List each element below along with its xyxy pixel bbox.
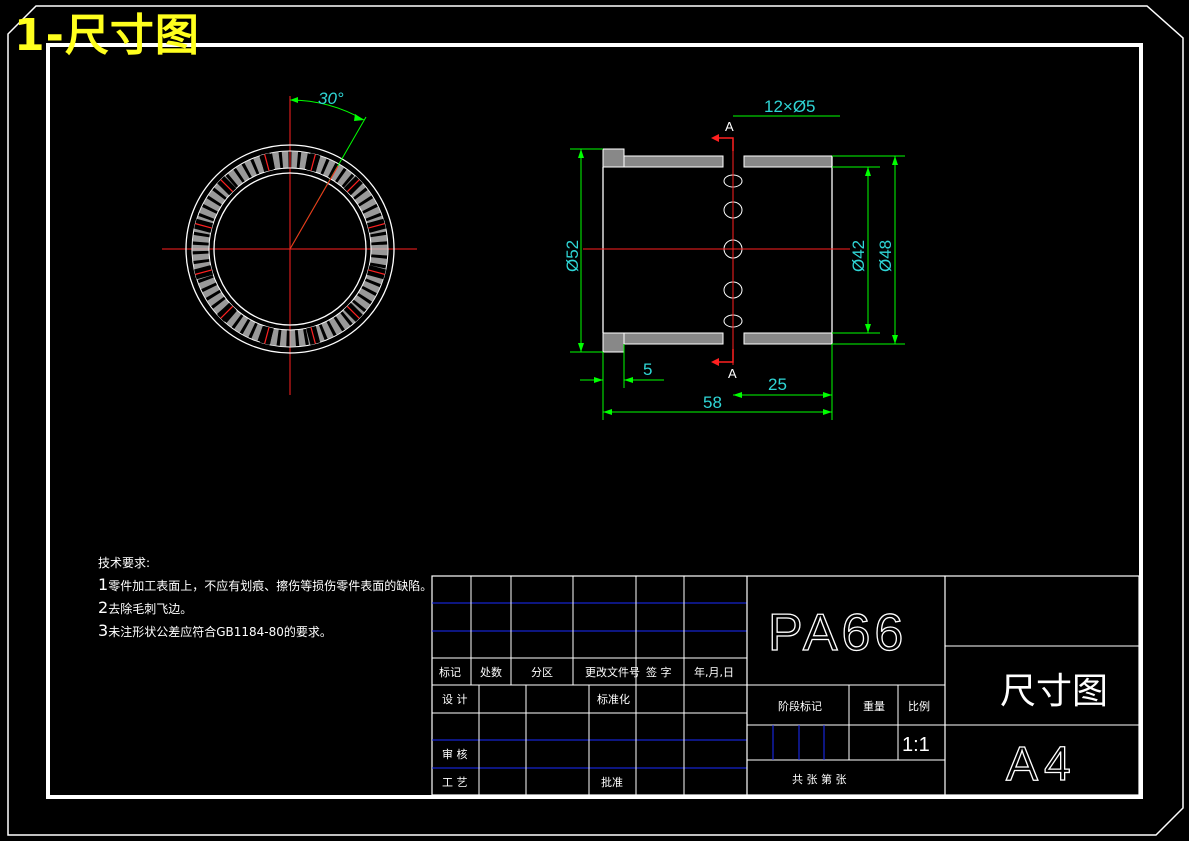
- bottom-flange-hatch: [602, 332, 625, 353]
- angle-label: 30°: [318, 89, 344, 108]
- dim-length: 58: [703, 393, 722, 412]
- note-item-1: 1零件加工表面上，不应有划痕、擦伤等损伤零件表面的缺陷。: [98, 575, 433, 594]
- dim-flange-diameter: Ø48: [876, 240, 895, 272]
- label-approve: 批准: [601, 775, 623, 789]
- angle-ref-line-red: [289, 165, 339, 250]
- dim-flange-width: 5: [643, 360, 652, 379]
- dim-inner-diameter: Ø42: [849, 240, 868, 272]
- label-sheets: 共 张 第 张: [792, 772, 847, 786]
- top-flange-hatch: [602, 148, 625, 168]
- angle-arrow-left: [290, 97, 298, 103]
- title-block: 标记 处数 分区 更改文件号 签 字 年,月,日 设 计 标准化 审 核 工 艺…: [431, 575, 1140, 796]
- note-item-2: 2去除毛刺飞边。: [98, 598, 193, 617]
- label-review: 审 核: [442, 747, 468, 761]
- hole-slot-mark: [366, 218, 386, 233]
- angle-arrow-right: [354, 114, 364, 121]
- label-stage-mark: 阶段标记: [778, 699, 822, 713]
- label-weight: 重量: [863, 699, 885, 713]
- label-process: 工 艺: [442, 776, 468, 789]
- sheet-size: A4: [1006, 738, 1077, 791]
- drawing-frame: [46, 43, 1143, 799]
- hdr-date: 年,月,日: [694, 665, 734, 679]
- section-label-top: A: [725, 119, 734, 134]
- page-heading: 1-尺寸图: [14, 10, 200, 61]
- note-item-3: 3未注形状公差应符合GB1184-80的要求。: [98, 621, 332, 640]
- end-view: 30°: [162, 89, 417, 395]
- bottom-wall-hatch-left: [623, 332, 724, 345]
- hdr-change-doc: 更改文件号: [585, 665, 640, 679]
- hole-slot-mark: [259, 325, 274, 345]
- bottom-wall-hatch-right: [743, 332, 833, 345]
- hdr-mark: 标记: [439, 665, 461, 679]
- section-view: A A 12×Ø5 Ø52 Ø42 Ø48 5 25 58: [563, 97, 905, 420]
- hdr-zone: 分区: [531, 666, 553, 679]
- dim-outer-diameter: Ø52: [563, 240, 582, 272]
- label-ratio: 比例: [908, 699, 930, 713]
- drawing-name: 尺寸图: [1000, 671, 1108, 712]
- notes-title: 技术要求:: [98, 556, 151, 570]
- technical-notes: 技术要求: 1零件加工表面上，不应有划痕、擦伤等损伤零件表面的缺陷。 2去除毛刺…: [98, 552, 432, 643]
- hole-slot-mark: [306, 325, 321, 345]
- drawing-canvas: 30° A A 12×Ø5 Ø52 Ø42 Ø48 5 25 58 标记 处数 …: [7, 5, 1184, 836]
- hole-slot-mark: [194, 265, 214, 280]
- hole-slot-mark: [194, 218, 214, 233]
- hole-slot-mark: [366, 265, 386, 280]
- material-name: PA66: [768, 604, 907, 662]
- dim-hole-offset: 25: [768, 375, 787, 394]
- scale-value: 1:1: [902, 734, 930, 756]
- top-wall-hatch-left: [623, 155, 724, 168]
- hdr-count: 处数: [480, 666, 502, 679]
- hole-slot-mark: [259, 153, 274, 173]
- dim-holes: 12×Ø5: [764, 97, 816, 116]
- top-wall-hatch-right: [743, 155, 833, 168]
- label-standardize: 标准化: [597, 692, 630, 706]
- label-design: 设 计: [442, 693, 468, 706]
- hdr-sign: 签 字: [646, 665, 672, 679]
- section-label-bottom: A: [728, 366, 737, 381]
- hole-slot-mark: [306, 153, 321, 173]
